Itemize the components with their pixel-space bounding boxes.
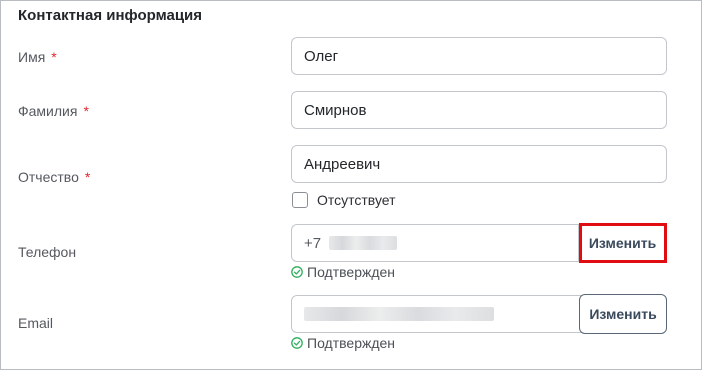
- last-name-label: Фамилия *: [18, 103, 89, 119]
- email-label-text: Email: [18, 315, 54, 331]
- patronymic-label-text: Отчество: [18, 169, 79, 185]
- patronymic-label: Отчество *: [18, 169, 90, 185]
- check-circle-icon: [291, 337, 303, 349]
- first-name-label: Имя *: [18, 49, 57, 65]
- email-label: Email: [18, 315, 53, 331]
- redacted-email: [304, 307, 494, 321]
- required-mark: *: [84, 169, 91, 185]
- phone-label-text: Телефон: [18, 244, 77, 260]
- phone-prefix: +7: [304, 234, 322, 252]
- email-field[interactable]: Изменить: [291, 294, 667, 334]
- no-patronymic-row[interactable]: Отсутствует: [292, 192, 396, 208]
- email-change-button[interactable]: Изменить: [579, 294, 667, 334]
- email-status: Подтвержден: [291, 335, 395, 351]
- phone-field[interactable]: +7 Изменить: [291, 224, 667, 262]
- patronymic-value: Андреевич: [304, 155, 381, 173]
- check-circle-icon: [291, 266, 303, 278]
- phone-label: Телефон: [18, 244, 76, 260]
- required-mark: *: [83, 103, 89, 119]
- last-name-field[interactable]: Смирнов: [291, 91, 667, 129]
- first-name-label-text: Имя: [18, 49, 46, 65]
- redacted-phone-number: [329, 236, 398, 250]
- last-name-value: Смирнов: [304, 101, 367, 119]
- phone-status-text: Подтвержден: [307, 264, 396, 280]
- first-name-field[interactable]: Олег: [291, 37, 667, 75]
- required-mark: *: [51, 49, 57, 65]
- last-name-label-text: Фамилия: [18, 103, 78, 119]
- first-name-value: Олег: [304, 47, 339, 65]
- patronymic-field[interactable]: Андреевич: [291, 145, 667, 183]
- phone-status: Подтвержден: [291, 264, 395, 280]
- contact-info-panel: Контактная информация Имя * Олег Фамилия *…: [0, 0, 702, 370]
- phone-change-button[interactable]: Изменить: [578, 224, 666, 262]
- no-patronymic-label: Отсутствует: [317, 192, 396, 208]
- phone-value: +7: [292, 235, 578, 252]
- section-title: Контактная информация: [18, 7, 203, 24]
- email-status-text: Подтвержден: [307, 335, 396, 351]
- email-value: [292, 307, 579, 321]
- no-patronymic-checkbox[interactable]: [292, 192, 308, 208]
